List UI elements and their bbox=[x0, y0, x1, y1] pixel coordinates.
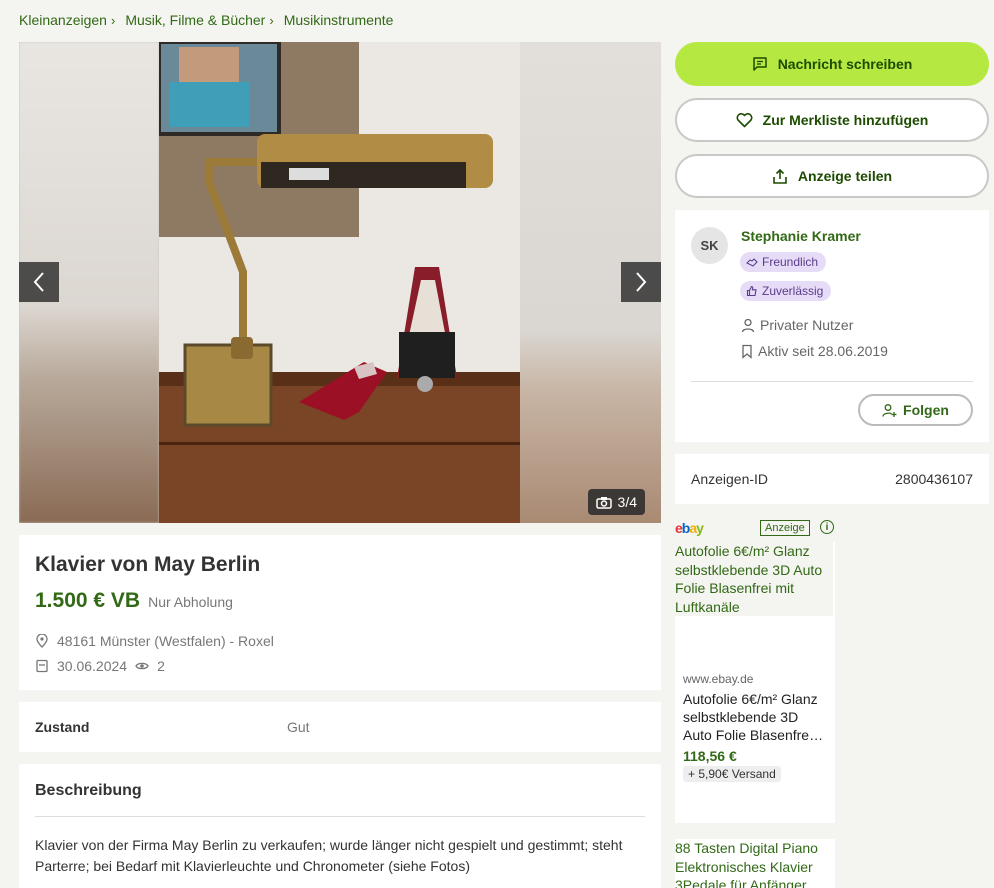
seller-type: Privater Nutzer bbox=[741, 317, 853, 333]
image-counter: 3/4 bbox=[587, 489, 645, 515]
add-person-icon bbox=[882, 403, 897, 417]
breadcrumb: Kleinanzeigen › Musik, Filme & Bücher › … bbox=[19, 12, 393, 28]
listing-id-value: 2800436107 bbox=[895, 471, 973, 487]
share-label: Anzeige teilen bbox=[797, 168, 893, 184]
description-heading: Beschreibung bbox=[35, 782, 142, 799]
follow-label: Folgen bbox=[903, 402, 949, 418]
listing-id-label: Anzeigen-ID bbox=[691, 471, 769, 487]
handshake-icon bbox=[746, 258, 758, 267]
ad-price: 118,56 € bbox=[683, 748, 737, 764]
ad-title[interactable]: 88 Tasten Digital Piano Elektronisches K… bbox=[675, 839, 833, 888]
ad-shipping: + 5,90€ Versand bbox=[683, 766, 781, 782]
camera-icon bbox=[595, 496, 612, 509]
view-count: 2 bbox=[157, 658, 165, 674]
follow-button[interactable]: Folgen bbox=[858, 394, 973, 426]
ad-label: Anzeige bbox=[760, 520, 810, 536]
send-message-button[interactable]: Nachricht schreiben bbox=[675, 42, 989, 86]
description-text: Klavier von der Firma May Berlin zu verk… bbox=[35, 837, 623, 874]
calendar-icon bbox=[36, 659, 48, 673]
location-text: 48161 Münster (Westfalen) - Roxel bbox=[57, 633, 274, 649]
breadcrumb-kleinanzeigen[interactable]: Kleinanzeigen bbox=[19, 12, 107, 28]
message-icon bbox=[752, 57, 767, 71]
ebay-logo: ebay bbox=[675, 520, 704, 536]
chevron-right-icon: › bbox=[269, 12, 274, 28]
chevron-right-icon: › bbox=[110, 12, 116, 28]
listing-photo[interactable] bbox=[159, 42, 520, 523]
chevron-left-icon bbox=[33, 272, 44, 292]
thumbs-up-icon bbox=[746, 285, 757, 297]
info-icon[interactable]: i bbox=[820, 520, 834, 534]
ad-description: Autofolie 6€/m² Glanz selbstklebende 3D … bbox=[683, 691, 824, 743]
badge-friendly: Freundlich bbox=[740, 252, 827, 272]
divider bbox=[35, 816, 645, 817]
breadcrumb-musikinstrumente[interactable]: Musikinstrumente bbox=[284, 12, 394, 28]
eye-icon bbox=[135, 662, 149, 670]
seller-name[interactable]: Stephanie Kramer bbox=[741, 228, 861, 244]
detail-value-zustand: Gut bbox=[287, 719, 310, 735]
breadcrumb-musik-filme-buecher[interactable]: Musik, Filme & Bücher bbox=[125, 12, 265, 28]
badge-reliable: Zuverlässig bbox=[740, 281, 832, 301]
add-to-watchlist-button[interactable]: Zur Merkliste hinzufügen bbox=[675, 98, 989, 142]
details-card: Zustand Gut bbox=[19, 702, 661, 752]
listing-date: 30.06.2024 bbox=[57, 658, 128, 674]
gallery-next-button[interactable] bbox=[621, 262, 661, 302]
watchlist-label: Zur Merkliste hinzufügen bbox=[762, 112, 929, 128]
ad-domain: www.ebay.de bbox=[683, 672, 754, 686]
listing-price: 1.500 € VB bbox=[35, 589, 141, 612]
image-counter-text: 3/4 bbox=[617, 494, 637, 510]
ad-header: ebay Anzeige i bbox=[675, 518, 835, 538]
seller-active-since: Aktiv seit 28.06.2019 bbox=[741, 343, 888, 359]
listing-summary: Klavier von May Berlin 1.500 € VB Nur Ab… bbox=[19, 535, 661, 690]
listing-title: Klavier von May Berlin bbox=[35, 553, 261, 576]
share-listing-button[interactable]: Anzeige teilen bbox=[675, 154, 989, 198]
sponsored-ad[interactable]: Autofolie 6€/m² Glanz selbstklebende 3D … bbox=[675, 542, 835, 823]
badge-reliable-label: Zuverlässig bbox=[762, 284, 824, 298]
chevron-right-icon bbox=[636, 272, 647, 292]
badge-friendly-label: Freundlich bbox=[762, 255, 819, 269]
gallery-prev-button[interactable] bbox=[19, 262, 59, 302]
ad-title[interactable]: Autofolie 6€/m² Glanz selbstklebende 3D … bbox=[675, 542, 833, 616]
description-card: Beschreibung Klavier von der Firma May B… bbox=[19, 764, 661, 888]
shipping-option: Nur Abholung bbox=[148, 594, 233, 610]
location-pin-icon bbox=[36, 634, 48, 648]
seller-card: SK Stephanie Kramer Freundlich Zuverläss… bbox=[675, 210, 989, 442]
listing-meta: 30.06.2024 2 bbox=[35, 658, 645, 674]
detail-label-zustand: Zustand bbox=[35, 719, 90, 735]
avatar[interactable]: SK bbox=[691, 227, 728, 264]
heart-icon bbox=[736, 112, 753, 127]
image-gallery[interactable]: 3/4 bbox=[19, 42, 661, 523]
seller-type-text: Privater Nutzer bbox=[760, 317, 854, 333]
send-message-label: Nachricht schreiben bbox=[777, 56, 913, 72]
active-since-text: Aktiv seit 28.06.2019 bbox=[758, 343, 888, 359]
divider bbox=[691, 381, 973, 382]
share-icon bbox=[773, 168, 787, 184]
listing-id-card: Anzeigen-ID 2800436107 bbox=[675, 454, 989, 504]
listing-location: 48161 Münster (Westfalen) - Roxel bbox=[35, 633, 645, 649]
sponsored-ad[interactable]: 88 Tasten Digital Piano Elektronisches K… bbox=[675, 839, 835, 888]
bookmark-icon bbox=[742, 344, 752, 359]
person-icon bbox=[741, 318, 755, 332]
